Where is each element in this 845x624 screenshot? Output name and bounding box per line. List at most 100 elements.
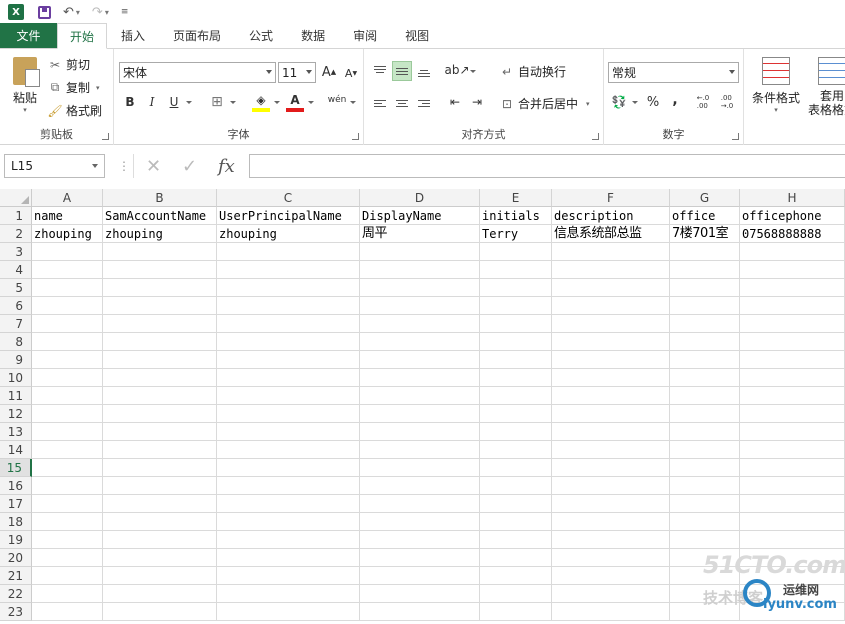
cell-e3[interactable]	[480, 243, 552, 261]
cell-b14[interactable]	[103, 441, 217, 459]
cell-h8[interactable]	[740, 333, 845, 351]
row-header-8[interactable]: 8	[0, 333, 32, 351]
cell-b12[interactable]	[103, 405, 217, 423]
cell-e15[interactable]	[480, 459, 552, 477]
cell-c13[interactable]	[217, 423, 360, 441]
cell-d14[interactable]	[360, 441, 480, 459]
cell-a9[interactable]	[32, 351, 103, 369]
cell-f11[interactable]	[552, 387, 670, 405]
row-header-4[interactable]: 4	[0, 261, 32, 279]
chevron-down-icon[interactable]	[308, 101, 314, 104]
cell-g8[interactable]	[670, 333, 740, 351]
undo-icon[interactable]: ↶ ▾	[63, 5, 80, 20]
cell-f5[interactable]	[552, 279, 670, 297]
cell-c18[interactable]	[217, 513, 360, 531]
copy-button[interactable]: ⧉ 复制 ▾	[48, 79, 100, 96]
fill-color-icon[interactable]: ◈	[252, 92, 270, 112]
cell-c14[interactable]	[217, 441, 360, 459]
tab-review[interactable]: 审阅	[339, 23, 391, 48]
cell-f6[interactable]	[552, 297, 670, 315]
bold-button[interactable]: B	[121, 93, 139, 111]
borders-icon[interactable]: ⊞	[208, 93, 226, 111]
cell-d2[interactable]: 周平	[360, 225, 480, 243]
cell-a23[interactable]	[32, 603, 103, 621]
row-header-11[interactable]: 11	[0, 387, 32, 405]
cell-e18[interactable]	[480, 513, 552, 531]
column-header-d[interactable]: D	[360, 189, 480, 207]
cell-h9[interactable]	[740, 351, 845, 369]
cell-d20[interactable]	[360, 549, 480, 567]
cell-a3[interactable]	[32, 243, 103, 261]
cell-g7[interactable]	[670, 315, 740, 333]
cell-f3[interactable]	[552, 243, 670, 261]
cell-h12[interactable]	[740, 405, 845, 423]
redo-icon[interactable]: ↷ ▾	[92, 5, 109, 20]
cell-d1[interactable]: DisplayName	[360, 207, 480, 225]
cell-b11[interactable]	[103, 387, 217, 405]
cell-d8[interactable]	[360, 333, 480, 351]
cell-h14[interactable]	[740, 441, 845, 459]
dialog-launcher-icon[interactable]	[102, 133, 109, 140]
merge-center-button[interactable]: ⊡ 合并后居中 ▾	[500, 95, 590, 112]
cell-a13[interactable]	[32, 423, 103, 441]
cell-e6[interactable]	[480, 297, 552, 315]
cell-e8[interactable]	[480, 333, 552, 351]
cell-f15[interactable]	[552, 459, 670, 477]
font-color-icon[interactable]: A	[286, 92, 304, 112]
cell-d10[interactable]	[360, 369, 480, 387]
cell-h18[interactable]	[740, 513, 845, 531]
cell-e19[interactable]	[480, 531, 552, 549]
cell-b20[interactable]	[103, 549, 217, 567]
cell-d12[interactable]	[360, 405, 480, 423]
cell-b19[interactable]	[103, 531, 217, 549]
cell-f8[interactable]	[552, 333, 670, 351]
cell-h3[interactable]	[740, 243, 845, 261]
format-painter-button[interactable]: 🖌 格式刷	[47, 102, 102, 119]
wrap-text-button[interactable]: ↵ 自动换行	[500, 63, 566, 80]
cell-b23[interactable]	[103, 603, 217, 621]
cell-e22[interactable]	[480, 585, 552, 603]
chevron-down-icon[interactable]	[632, 101, 638, 104]
cell-a16[interactable]	[32, 477, 103, 495]
cell-b13[interactable]	[103, 423, 217, 441]
cell-h10[interactable]	[740, 369, 845, 387]
cell-e1[interactable]: initials	[480, 207, 552, 225]
cell-a4[interactable]	[32, 261, 103, 279]
cell-b17[interactable]	[103, 495, 217, 513]
phonetic-guide-button[interactable]: wén	[328, 91, 347, 109]
insert-function-button[interactable]: fx	[218, 156, 235, 177]
row-header-20[interactable]: 20	[0, 549, 32, 567]
cell-h7[interactable]	[740, 315, 845, 333]
row-header-9[interactable]: 9	[0, 351, 32, 369]
cell-f17[interactable]	[552, 495, 670, 513]
cell-f14[interactable]	[552, 441, 670, 459]
chevron-down-icon[interactable]	[230, 101, 236, 104]
tab-page-layout[interactable]: 页面布局	[159, 23, 235, 48]
cell-h6[interactable]	[740, 297, 845, 315]
chevron-down-icon[interactable]	[274, 101, 280, 104]
cell-c8[interactable]	[217, 333, 360, 351]
cell-g9[interactable]	[670, 351, 740, 369]
decrease-decimal-icon[interactable]: .00 →.0	[718, 93, 736, 111]
cell-a11[interactable]	[32, 387, 103, 405]
cell-b1[interactable]: SamAccountName	[103, 207, 217, 225]
row-header-14[interactable]: 14	[0, 441, 32, 459]
tab-file[interactable]: 文件	[0, 23, 57, 48]
cell-g1[interactable]: office	[670, 207, 740, 225]
cell-a19[interactable]	[32, 531, 103, 549]
column-header-f[interactable]: F	[552, 189, 670, 207]
align-right-icon[interactable]	[414, 93, 434, 113]
row-header-18[interactable]: 18	[0, 513, 32, 531]
column-header-b[interactable]: B	[103, 189, 217, 207]
italic-button[interactable]: I	[143, 93, 161, 111]
column-header-g[interactable]: G	[670, 189, 740, 207]
cell-e13[interactable]	[480, 423, 552, 441]
cell-e10[interactable]	[480, 369, 552, 387]
dialog-launcher-icon[interactable]	[352, 133, 359, 140]
cell-d13[interactable]	[360, 423, 480, 441]
cell-e20[interactable]	[480, 549, 552, 567]
cell-e12[interactable]	[480, 405, 552, 423]
align-left-icon[interactable]	[370, 93, 390, 113]
tab-insert[interactable]: 插入	[107, 23, 159, 48]
cell-c22[interactable]	[217, 585, 360, 603]
